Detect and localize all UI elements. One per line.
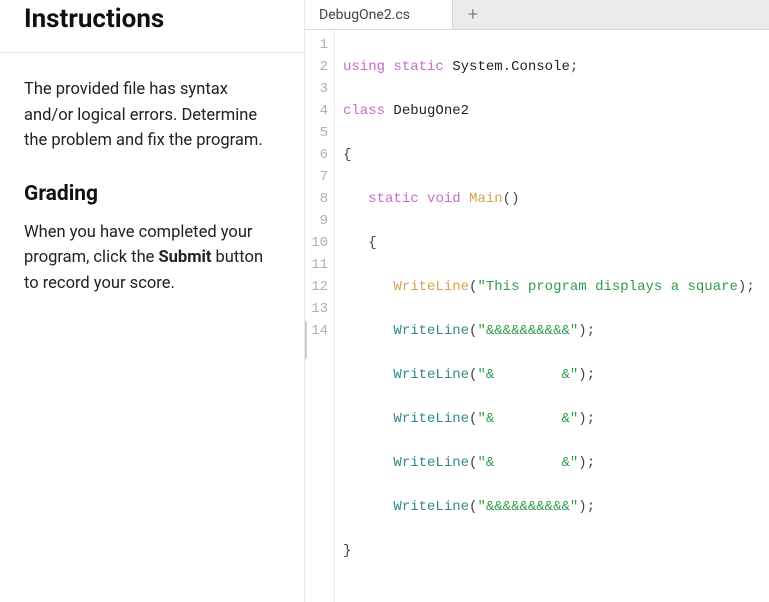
instructions-body: The provided file has syntax and/or logi… xyxy=(24,77,280,154)
divider xyxy=(0,52,304,53)
line-number: 5 xyxy=(305,122,328,144)
grading-heading: Grading xyxy=(24,182,280,206)
code-line: WriteLine("This program displays a squar… xyxy=(343,276,761,298)
code-line: { xyxy=(343,232,761,254)
tab-bar: DebugOne2.cs + xyxy=(305,0,769,30)
code-line xyxy=(343,584,761,602)
line-number: 10 xyxy=(305,232,328,254)
code-area[interactable]: using static System.Console; class Debug… xyxy=(335,30,769,602)
line-number: 13 xyxy=(305,298,328,320)
tab-file-label: DebugOne2.cs xyxy=(319,7,410,23)
code-line: WriteLine("&&&&&&&&&&"); xyxy=(343,320,761,342)
code-line: using static System.Console; xyxy=(343,56,761,78)
line-number: 14 xyxy=(305,320,328,342)
submit-label: Submit xyxy=(159,248,212,267)
line-number: 8 xyxy=(305,188,328,210)
line-number: 2 xyxy=(305,56,328,78)
code-line: } xyxy=(343,540,761,562)
line-gutter: 1 2 3 4 5 6 7 8 9 10 11 12 13 14 xyxy=(305,30,335,602)
line-number: 7 xyxy=(305,166,328,188)
code-editor[interactable]: 1 2 3 4 5 6 7 8 9 10 11 12 13 14 using s… xyxy=(305,30,769,602)
code-line: WriteLine("& &"); xyxy=(343,452,761,474)
plus-icon: + xyxy=(468,4,478,25)
line-number: 3 xyxy=(305,78,328,100)
line-number: 4 xyxy=(305,100,328,122)
instructions-heading: Instructions xyxy=(24,4,280,34)
grading-body: When you have completed your program, cl… xyxy=(24,220,280,297)
line-number: 11 xyxy=(305,254,328,276)
editor-pane: DebugOne2.cs + 1 2 3 4 5 6 7 8 9 10 11 1… xyxy=(305,0,769,602)
code-line: WriteLine("& &"); xyxy=(343,364,761,386)
tab-file[interactable]: DebugOne2.cs xyxy=(305,0,453,29)
code-line: { xyxy=(343,144,761,166)
line-number: 1 xyxy=(305,34,328,56)
line-number: 6 xyxy=(305,144,328,166)
code-line: class DebugOne2 xyxy=(343,100,761,122)
pane-resize-handle[interactable] xyxy=(305,320,307,360)
instructions-pane: Instructions The provided file has synta… xyxy=(0,0,305,602)
line-number: 9 xyxy=(305,210,328,232)
line-number: 12 xyxy=(305,276,328,298)
add-tab-button[interactable]: + xyxy=(453,0,493,29)
code-line: static void Main() xyxy=(343,188,761,210)
code-line: WriteLine("&&&&&&&&&&"); xyxy=(343,496,761,518)
code-line: WriteLine("& &"); xyxy=(343,408,761,430)
